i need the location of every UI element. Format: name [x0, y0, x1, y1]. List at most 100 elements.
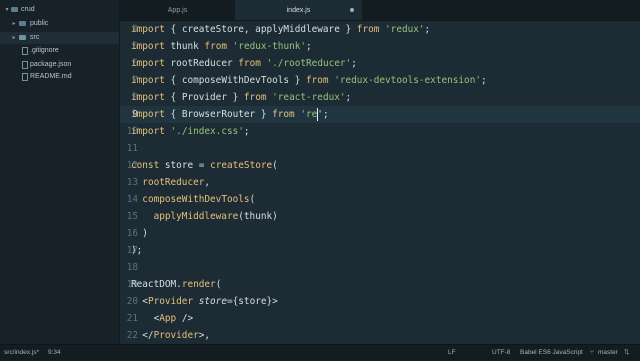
code-text: <Provider store={store}> [131, 293, 278, 310]
modified-indicator-icon[interactable] [350, 8, 354, 12]
code-token: 'react-redux' [272, 92, 346, 103]
code-token: ( [272, 160, 278, 171]
tree-item[interactable]: ▸ public [0, 18, 119, 30]
tree-item[interactable]: ▸ src [0, 32, 119, 44]
tree-item-label: package.json [30, 61, 72, 68]
code-token: import [131, 58, 165, 69]
code-editor[interactable]: 4 import { createStore, applyMiddleware }… [120, 21, 640, 344]
code-line[interactable]: 19 ReactDOM.render( [120, 276, 640, 293]
code-token: ; [480, 75, 487, 86]
git-branch-icon: ⑂ [590, 349, 594, 356]
code-line[interactable]: 13 rootReducer, [120, 174, 640, 191]
code-token: const [131, 160, 160, 171]
chevron-down-icon[interactable]: ▾ [4, 4, 10, 16]
code-token: ( [249, 194, 256, 205]
file-icon [22, 73, 28, 81]
code-token: , [204, 177, 211, 188]
code-token: ReactDOM [131, 279, 177, 290]
tree-item[interactable]: README.md [0, 71, 119, 83]
code-token: App [159, 313, 177, 324]
code-token: } [289, 75, 306, 86]
tree-item[interactable]: package.json [0, 59, 119, 71]
code-text: composeWithDevTools( [131, 191, 255, 208]
code-text: ); [131, 242, 142, 259]
tab-index-js[interactable]: index.js [235, 0, 362, 20]
code-token: } [339, 24, 357, 35]
code-token: 'redux' [385, 24, 425, 35]
code-token: < [131, 313, 160, 324]
code-text: const store = createStore( [131, 157, 278, 174]
code-token: applyMiddleware [153, 211, 239, 222]
status-branch[interactable]: master [598, 345, 618, 361]
code-line[interactable]: 21 <App /> [120, 310, 640, 327]
code-text: </Provider>, [131, 327, 210, 344]
chevron-right-icon[interactable]: ▸ [11, 32, 17, 44]
code-token: store [164, 160, 194, 171]
tab-bar: App.js index.js [120, 0, 640, 21]
chevron-right-icon[interactable]: ▸ [11, 18, 17, 30]
code-token: 're [300, 109, 318, 120]
tree-item-label: .gitignore [30, 47, 59, 54]
tree-item[interactable]: ▾ crud [0, 4, 119, 16]
code-line[interactable]: 14 composeWithDevTools( [120, 191, 640, 208]
tab-app-js[interactable]: App.js [120, 0, 235, 20]
code-text: import thunk from 'redux-thunk'; [131, 38, 312, 55]
code-token: } [226, 92, 244, 103]
code-line[interactable]: 20 <Provider store={store}> [120, 293, 640, 310]
code-line[interactable]: 17); [120, 242, 640, 259]
code-line[interactable]: 12 const store = createStore( [120, 157, 640, 174]
code-line[interactable]: 18 [120, 259, 640, 276]
code-text: import rootReducer from './rootReducer'; [131, 55, 357, 72]
code-token: ; [351, 58, 357, 69]
code-token: BrowserRouter [181, 109, 256, 120]
code-token: 'redux-devtools-extension' [334, 75, 481, 86]
code-token: Provider [147, 296, 194, 307]
tab-label: index.js [286, 7, 311, 14]
code-line[interactable]: 8 import { Provider } from 'react-redux'; [120, 89, 640, 106]
code-token: from [243, 92, 267, 103]
code-line[interactable]: 6 import rootReducer from './rootReducer'… [120, 55, 640, 72]
project-folder-icon [11, 7, 18, 12]
code-token: import [131, 109, 165, 120]
code-token: ) [131, 228, 148, 239]
code-line[interactable]: 16 ) [120, 225, 640, 242]
status-file-path[interactable]: src/index.js* [4, 345, 39, 361]
code-token: thunk [170, 41, 199, 52]
code-token: thunk [243, 211, 273, 222]
code-line[interactable]: 15 applyMiddleware(thunk) [120, 208, 640, 225]
code-token: composeWithDevTools [142, 194, 250, 205]
code-token: from [356, 24, 380, 35]
code-line[interactable]: 9 import { BrowserRouter } from 're'; [120, 106, 640, 123]
code-token: render [181, 279, 216, 290]
code-token: { [164, 92, 182, 103]
status-encoding[interactable]: UTF-8 [492, 345, 510, 361]
code-token: }> [266, 296, 278, 307]
status-line-ending[interactable]: LF [448, 345, 456, 361]
code-line[interactable]: 5 import thunk from 'redux-thunk'; [120, 38, 640, 55]
status-bar: src/index.js* 9:34 LF UTF-8 Babel ES6 Ja… [0, 344, 640, 361]
tree-item[interactable]: .gitignore [0, 45, 119, 57]
sync-icon[interactable]: ⇅ [624, 345, 629, 361]
status-cursor-position[interactable]: 9:34 [48, 345, 61, 361]
code-token: import [131, 24, 165, 35]
code-token: < [131, 296, 148, 307]
code-line[interactable]: 7 import { composeWithDevTools } from 're… [120, 72, 640, 89]
code-token: createStore, applyMiddleware [181, 24, 340, 35]
code-token: './index.css' [170, 126, 244, 137]
code-line[interactable]: 11 [120, 140, 640, 157]
code-token: from [238, 58, 261, 69]
code-token: Provider [181, 92, 227, 103]
code-token: ; [243, 126, 250, 137]
file-icon [22, 47, 28, 55]
code-text: import { createStore, applyMiddleware } … [131, 21, 430, 38]
line-number: 11 [126, 143, 138, 154]
code-token: >, [198, 330, 211, 341]
code-line[interactable]: 4 import { createStore, applyMiddleware }… [120, 21, 640, 38]
code-token: ; [306, 41, 312, 52]
code-line[interactable]: 22 </Provider>, [120, 327, 640, 344]
code-text: import { Provider } from 'react-redux'; [131, 89, 351, 106]
code-line[interactable]: 10 import './index.css'; [120, 123, 640, 140]
code-text: rootReducer, [131, 174, 210, 191]
status-grammar[interactable]: Babel ES6 JavaScript [520, 345, 583, 361]
